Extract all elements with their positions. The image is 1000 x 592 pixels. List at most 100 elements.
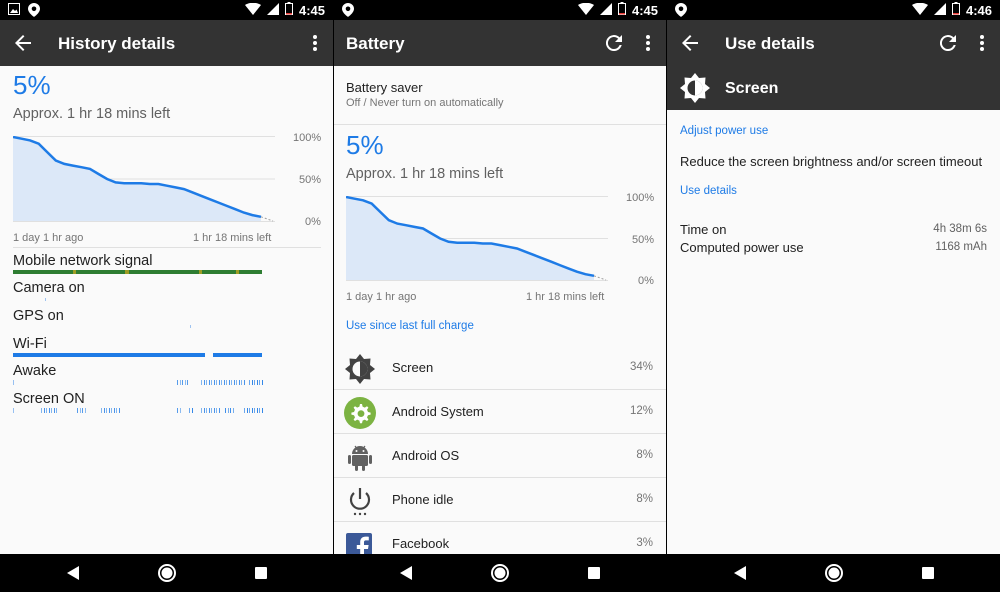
activity-tick xyxy=(261,380,263,385)
back-nav-icon[interactable] xyxy=(730,563,750,583)
divider xyxy=(334,124,666,125)
status-bar: 4:45 xyxy=(334,0,666,20)
app-usage-row-screen[interactable]: Screen 34% xyxy=(334,346,666,390)
activity-tick xyxy=(203,380,205,385)
recents-nav-icon[interactable] xyxy=(251,563,271,583)
overflow-menu-icon[interactable] xyxy=(638,33,658,53)
activity-tick xyxy=(118,408,120,413)
activity-tick xyxy=(254,380,255,385)
status-time: 4:45 xyxy=(298,2,325,18)
activity-tick xyxy=(256,408,258,413)
screen-on-label: Screen ON xyxy=(13,391,85,407)
app-name: Android OS xyxy=(392,448,460,463)
battery-low-icon xyxy=(284,2,293,18)
activity-tick xyxy=(228,380,230,385)
battery-saver-subtitle: Off / Never turn on automatically xyxy=(346,97,504,109)
app-bar: History details xyxy=(0,20,333,66)
app-usage-row-phone-idle[interactable]: Phone idle 8% xyxy=(334,478,666,522)
activity-tick xyxy=(211,380,212,385)
home-nav-icon[interactable] xyxy=(490,563,510,583)
activity-tick xyxy=(103,408,105,413)
activity-tick xyxy=(232,408,234,413)
brightness-icon xyxy=(344,353,376,385)
location-notification-icon xyxy=(342,3,354,20)
activity-tick xyxy=(208,408,210,413)
use-details-screen: 4:46 Use details Screen Adjust power use xyxy=(667,0,1000,554)
projection-line xyxy=(593,275,607,281)
activity-tick xyxy=(184,380,186,385)
wifi-bar-segment xyxy=(13,353,205,357)
back-nav-icon[interactable] xyxy=(63,563,83,583)
battery-saver-item[interactable]: Battery saver Off / Never turn on automa… xyxy=(334,66,666,124)
app-bar: Battery xyxy=(334,20,666,66)
activity-tick xyxy=(179,380,181,385)
home-nav-icon[interactable] xyxy=(157,563,177,583)
activity-tick xyxy=(231,380,232,385)
refresh-icon[interactable] xyxy=(938,33,958,53)
page-title: Battery xyxy=(346,34,405,53)
gps-on-label: GPS on xyxy=(13,308,64,324)
activity-tick xyxy=(225,408,226,413)
y-axis-label-100: 100% xyxy=(626,192,655,204)
image-notification-icon xyxy=(8,3,20,20)
activity-tick xyxy=(223,380,225,385)
wifi-bar-segment xyxy=(213,353,262,357)
wifi-label: Wi-Fi xyxy=(13,336,47,352)
activity-tick xyxy=(101,408,102,413)
back-arrow-icon[interactable] xyxy=(13,33,33,53)
activity-tick xyxy=(246,408,248,413)
battery-low-icon xyxy=(617,2,626,18)
activity-tick xyxy=(216,380,217,385)
activity-tick xyxy=(177,408,178,413)
home-nav-icon[interactable] xyxy=(824,563,844,583)
reduce-brightness-suggestion[interactable]: Reduce the screen brightness and/or scre… xyxy=(680,154,982,169)
status-time: 4:45 xyxy=(631,2,658,18)
activity-tick xyxy=(208,380,210,385)
back-arrow-icon[interactable] xyxy=(680,33,700,53)
activity-tick xyxy=(251,408,253,413)
refresh-icon[interactable] xyxy=(604,33,624,53)
time-remaining: Approx. 1 hr 18 mins left xyxy=(346,166,504,182)
app-name: Android System xyxy=(392,404,484,419)
adjust-power-use-header: Adjust power use xyxy=(680,125,769,137)
app-usage-row-android-os[interactable]: Android OS 8% xyxy=(334,434,666,478)
battery-saver-title: Battery saver xyxy=(346,80,423,95)
cell-signal-icon xyxy=(266,2,279,18)
mobile-network-signal-label: Mobile network signal xyxy=(13,253,153,269)
activity-tick xyxy=(79,408,81,413)
activity-tick xyxy=(201,408,202,413)
app-usage-row-android-system[interactable]: Android System 12% xyxy=(334,390,666,434)
use-details-header: Use details xyxy=(680,185,737,197)
activity-tick xyxy=(243,380,245,385)
activity-tick xyxy=(201,380,202,385)
app-usage-percent: 12% xyxy=(629,405,653,417)
activity-tick xyxy=(111,408,112,413)
wifi-icon xyxy=(911,2,928,18)
android-robot-icon xyxy=(344,441,376,473)
y-axis-label-0: 0% xyxy=(638,275,654,287)
recents-nav-icon[interactable] xyxy=(918,563,938,583)
activity-tick xyxy=(106,408,107,413)
activity-tick xyxy=(53,408,55,413)
activity-tick xyxy=(241,380,242,385)
recents-nav-icon[interactable] xyxy=(584,563,604,583)
activity-tick xyxy=(206,408,207,413)
battery-usage-chart[interactable] xyxy=(346,196,608,281)
app-usage-percent: 8% xyxy=(636,493,653,505)
activity-tick xyxy=(230,408,231,413)
mobile-signal-bar xyxy=(13,270,262,274)
activity-tick xyxy=(13,408,14,413)
back-nav-icon[interactable] xyxy=(396,563,416,583)
activity-tick xyxy=(203,408,205,413)
overflow-menu-icon[interactable] xyxy=(305,33,325,53)
activity-tick xyxy=(182,380,183,385)
battery-content: Battery saver Off / Never turn on automa… xyxy=(334,66,666,554)
x-axis-end-label: 1 hr 18 mins left xyxy=(193,232,272,244)
overflow-menu-icon[interactable] xyxy=(972,33,992,53)
activity-tick xyxy=(254,408,255,413)
gps-on-bar xyxy=(190,325,191,328)
app-usage-row-facebook[interactable]: Facebook 3% xyxy=(334,522,666,554)
item-title: Screen xyxy=(725,80,779,97)
activity-tick xyxy=(191,408,193,413)
battery-history-chart xyxy=(13,136,275,222)
